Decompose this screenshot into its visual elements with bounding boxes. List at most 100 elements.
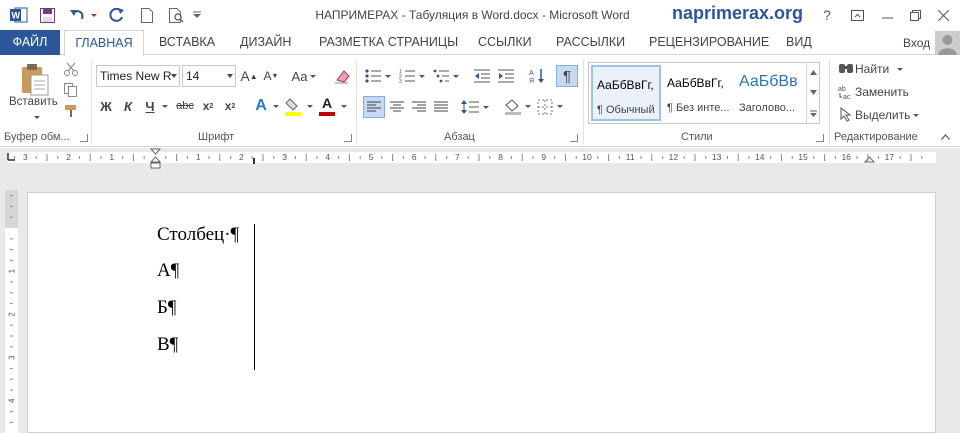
tab-design[interactable]: ДИЗАЙН <box>240 30 291 55</box>
ruler-number: 3 <box>23 152 28 162</box>
paste-button[interactable]: Вставить <box>9 96 58 108</box>
justify-icon[interactable] <box>431 96 451 118</box>
find-icon[interactable] <box>838 61 854 77</box>
text-effects-dropdown-icon[interactable] <box>269 97 279 115</box>
format-painter-icon[interactable] <box>62 102 80 120</box>
grow-font-label: A <box>240 68 250 84</box>
ruler-number: 3 <box>282 152 287 162</box>
tab-review[interactable]: РЕЦЕНЗИРОВАНИЕ <box>649 30 769 55</box>
sort-icon[interactable]: AЯ <box>527 66 547 86</box>
style-no-spacing[interactable]: АаБбВвГг, ¶ Без инте... <box>663 65 733 121</box>
minimize-icon[interactable] <box>876 4 898 26</box>
underline-button[interactable]: Ч <box>142 97 158 115</box>
grow-font-button[interactable]: A ▲ <box>240 66 258 86</box>
vertical-tab-line <box>254 224 255 370</box>
style-heading-1[interactable]: АаБбВв Заголово... <box>735 65 801 121</box>
font-name-value: Times New R <box>100 69 172 83</box>
tab-insert[interactable]: ВСТАВКА <box>159 30 215 55</box>
document-line[interactable]: Б¶ <box>157 297 177 319</box>
new-document-icon[interactable] <box>136 5 158 25</box>
ruler-number: 1 <box>109 152 114 162</box>
italic-button[interactable]: К <box>120 97 136 115</box>
shrink-font-button[interactable]: A ▼ <box>262 66 280 86</box>
style-normal[interactable]: АаБбВвГг, ¶ Обычный <box>591 65 661 121</box>
font-launcher-icon[interactable] <box>344 134 352 142</box>
replace-button[interactable]: Заменить <box>855 85 909 99</box>
ruler-number: 13 <box>712 152 722 162</box>
collapse-ribbon-icon[interactable] <box>938 131 952 143</box>
print-preview-icon[interactable] <box>165 5 187 25</box>
line-spacing-icon[interactable] <box>460 96 490 118</box>
select-icon[interactable] <box>838 106 854 122</box>
tab-references[interactable]: ССЫЛКИ <box>478 30 532 55</box>
align-center-icon[interactable] <box>387 96 407 118</box>
decrease-indent-icon[interactable] <box>472 66 492 86</box>
change-case-button[interactable]: Aa <box>290 66 318 86</box>
find-button[interactable]: Найти <box>855 62 904 76</box>
select-button[interactable]: Выделить <box>855 108 920 122</box>
ruler-number: 6 <box>412 152 417 162</box>
vertical-ruler-number: 1 <box>8 268 17 273</box>
ruler-number: 2 <box>239 152 244 162</box>
sign-in-link[interactable]: Вход <box>903 36 930 50</box>
gallery-more-icon[interactable] <box>806 103 820 123</box>
font-name-combo[interactable]: Times New R <box>96 65 180 87</box>
close-icon[interactable] <box>932 4 954 26</box>
text-effects-button[interactable]: A <box>252 96 270 116</box>
align-right-icon[interactable] <box>409 96 429 118</box>
subscript-button[interactable]: x2 <box>199 97 217 115</box>
tab-view[interactable]: ВИД <box>786 30 812 55</box>
redo-icon[interactable] <box>106 5 128 25</box>
bold-button[interactable]: Ж <box>98 97 114 115</box>
save-icon[interactable] <box>36 5 58 25</box>
restore-icon[interactable] <box>904 4 926 26</box>
undo-dropdown-icon[interactable] <box>86 5 98 25</box>
ruler-number: 5 <box>369 152 374 162</box>
tab-mailings[interactable]: РАССЫЛКИ <box>556 30 625 55</box>
paste-icon[interactable] <box>18 62 52 98</box>
shading-icon[interactable] <box>502 96 532 118</box>
font-color-dropdown-icon[interactable] <box>337 97 347 115</box>
clear-formatting-icon[interactable] <box>332 66 352 86</box>
customize-toolbar-icon[interactable] <box>190 5 204 25</box>
font-size-combo[interactable]: 14 <box>182 65 236 87</box>
paste-dropdown-icon[interactable] <box>30 113 40 121</box>
gallery-scroll-down-icon[interactable] <box>806 83 820 102</box>
superscript-label: x <box>224 99 232 113</box>
styles-launcher-icon[interactable] <box>816 134 824 142</box>
highlight-icon[interactable] <box>284 97 302 117</box>
document-line[interactable]: Столбец·¶ <box>157 224 239 246</box>
chevron-down-icon[interactable] <box>171 74 177 78</box>
chevron-down-icon[interactable] <box>227 74 233 78</box>
tab-layout[interactable]: РАЗМЕТКА СТРАНИЦЫ <box>319 30 458 55</box>
borders-icon[interactable] <box>536 96 566 118</box>
highlight-dropdown-icon[interactable] <box>303 97 313 115</box>
superscript-button[interactable]: x2 <box>221 97 239 115</box>
group-divider <box>91 60 92 145</box>
numbering-icon[interactable]: 123 <box>398 66 426 86</box>
select-label: Выделить <box>855 108 911 122</box>
strikethrough-button[interactable]: abc <box>175 97 195 115</box>
tab-home[interactable]: ГЛАВНАЯ <box>64 30 144 56</box>
undo-icon[interactable] <box>66 5 88 25</box>
bullets-icon[interactable] <box>364 66 392 86</box>
paragraph-launcher-icon[interactable] <box>570 134 578 142</box>
cut-icon[interactable] <box>62 60 80 78</box>
font-color-button[interactable]: A <box>318 95 336 117</box>
tab-file[interactable]: ФАЙЛ <box>0 30 60 55</box>
document-line[interactable]: В¶ <box>157 334 178 356</box>
multilevel-list-icon[interactable] <box>432 66 460 86</box>
avatar[interactable] <box>935 31 960 55</box>
underline-dropdown-icon[interactable] <box>158 97 168 115</box>
show-formatting-marks-button[interactable]: ¶ <box>556 65 578 87</box>
document-line[interactable]: А¶ <box>157 260 179 282</box>
increase-indent-icon[interactable] <box>496 66 516 86</box>
align-left-icon[interactable] <box>363 96 385 118</box>
copy-icon[interactable] <box>62 81 80 99</box>
gallery-scroll-up-icon[interactable] <box>806 63 820 82</box>
ribbon-display-options-icon[interactable] <box>846 4 868 26</box>
replace-icon[interactable]: ab ac <box>837 83 854 100</box>
group-divider <box>829 60 830 145</box>
clipboard-launcher-icon[interactable] <box>80 134 88 142</box>
help-button[interactable]: ? <box>816 4 838 26</box>
